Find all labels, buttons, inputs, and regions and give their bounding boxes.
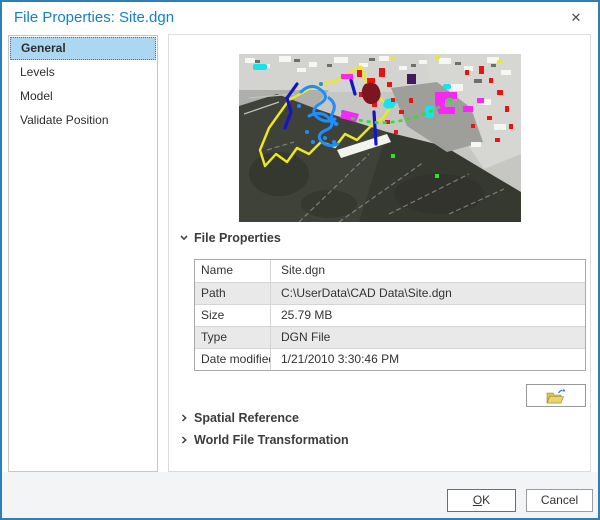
property-label: Path [195,283,271,304]
browse-folder-button[interactable] [526,384,586,407]
cancel-button[interactable]: Cancel [526,489,593,512]
property-label: Name [195,260,271,282]
general-panel: File Properties Name Site.dgn Path C:\Us… [168,34,591,472]
site-preview-image [239,54,521,222]
section-file-properties-label: File Properties [194,231,281,245]
chevron-right-icon [179,435,189,445]
table-row: Type DGN File [195,326,585,348]
file-properties-dialog: File Properties: Site.dgn ✕ General Leve… [0,0,600,520]
cad-overlay-map [239,54,521,222]
sidebar-item-general[interactable]: General [10,37,156,60]
table-row: Name Site.dgn [195,260,585,282]
table-row: Date modified 1/21/2010 3:30:46 PM [195,348,585,370]
property-label: Date modified [195,349,271,370]
property-value: C:\UserData\CAD Data\Site.dgn [271,283,452,304]
section-spatial-reference[interactable]: Spatial Reference [179,411,299,425]
section-file-properties[interactable]: File Properties [179,231,281,245]
sidebar-item-levels[interactable]: Levels [10,60,156,84]
property-label: Size [195,305,271,326]
ok-rest: K [482,493,490,507]
property-value: Site.dgn [271,260,325,282]
property-value: DGN File [271,327,330,348]
ok-accesskey: O [473,493,482,507]
close-icon[interactable]: ✕ [566,8,586,28]
property-label: Type [195,327,271,348]
property-value: 25.79 MB [271,305,332,326]
section-world-file-transformation[interactable]: World File Transformation [179,433,349,447]
ok-button[interactable]: OK [447,489,516,512]
sidebar: General Levels Model Validate Position [8,35,158,472]
file-properties-table: Name Site.dgn Path C:\UserData\CAD Data\… [194,259,586,371]
chevron-right-icon [179,413,189,423]
section-spatial-reference-label: Spatial Reference [194,411,299,425]
table-row: Path C:\UserData\CAD Data\Site.dgn [195,282,585,304]
table-row: Size 25.79 MB [195,304,585,326]
section-world-file-transformation-label: World File Transformation [194,433,349,447]
sidebar-item-model[interactable]: Model [10,84,156,108]
chevron-down-icon [179,233,189,243]
open-folder-icon [546,388,566,404]
property-value: 1/21/2010 3:30:46 PM [271,349,399,370]
dialog-title: File Properties: Site.dgn [14,9,174,26]
sidebar-item-validate-position[interactable]: Validate Position [10,108,156,132]
